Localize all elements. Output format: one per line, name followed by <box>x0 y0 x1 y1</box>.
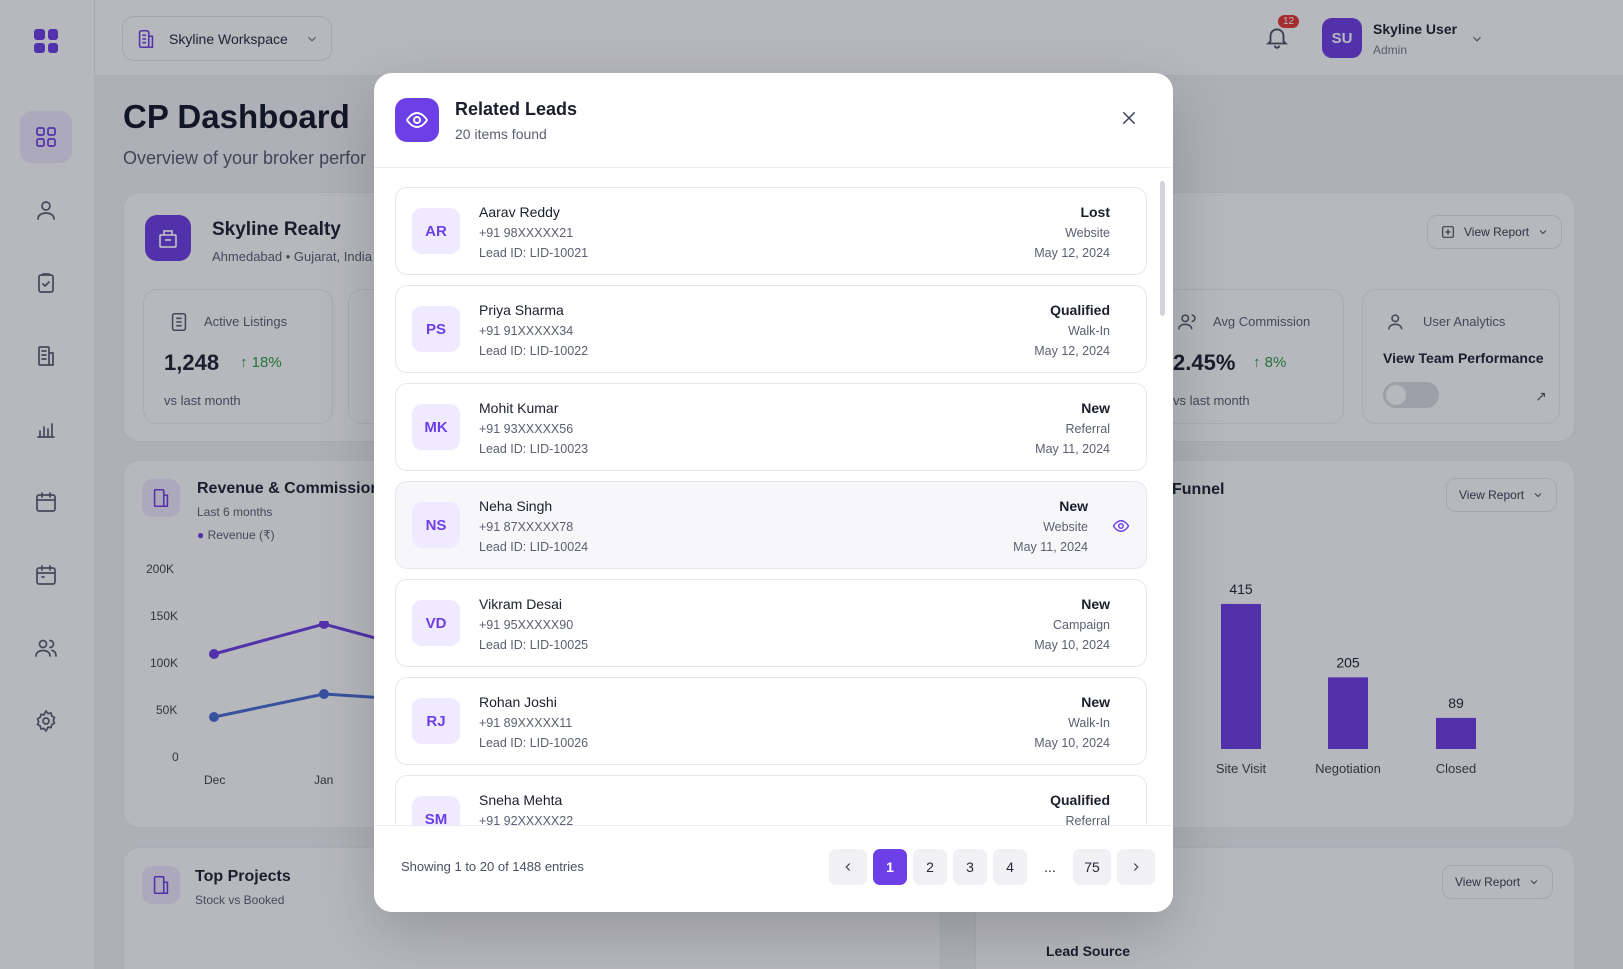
lead-avatar: PS <box>412 306 460 352</box>
modal-title: Related Leads <box>455 99 578 119</box>
lead-source: Walk-In <box>1068 324 1110 338</box>
close-button[interactable] <box>1118 107 1140 129</box>
lead-avatar: RJ <box>412 698 460 744</box>
lead-date: May 10, 2024 <box>1034 638 1110 652</box>
lead-source: Walk-In <box>1068 716 1110 730</box>
lead-phone: +91 89XXXXX11 <box>479 716 573 730</box>
lead-item[interactable]: PS Priya Sharma +91 91XXXXX34 Lead ID: L… <box>395 285 1147 373</box>
prev-page-button[interactable] <box>829 849 867 885</box>
lead-source: Website <box>1043 520 1088 534</box>
leads-list: AR Aarav Reddy +91 98XXXXX21 Lead ID: LI… <box>395 187 1147 837</box>
page-button[interactable]: 3 <box>953 849 987 885</box>
page-button[interactable]: 1 <box>873 849 907 885</box>
lead-id: Lead ID: LID-10026 <box>479 736 589 750</box>
lead-source: Campaign <box>1053 618 1110 632</box>
related-leads-modal: Related Leads 20 items found AR Aarav Re… <box>374 73 1173 912</box>
lead-avatar: NS <box>412 502 460 548</box>
lead-name: Aarav Reddy <box>479 204 560 220</box>
pagination-summary: Showing 1 to 20 of 1488 entries <box>401 859 584 874</box>
lead-name: Neha Singh <box>479 498 553 514</box>
lead-status: Qualified <box>1050 302 1110 318</box>
lead-status: New <box>1081 400 1110 416</box>
lead-id: Lead ID: LID-10022 <box>479 344 589 358</box>
lead-status: New <box>1081 596 1110 612</box>
lead-date: May 11, 2024 <box>1013 540 1088 554</box>
lead-id: Lead ID: LID-10025 <box>479 638 589 652</box>
lead-avatar: VD <box>412 600 460 646</box>
lead-date: May 12, 2024 <box>1034 344 1110 358</box>
lead-name: Rohan Joshi <box>479 694 557 710</box>
page-button[interactable]: 4 <box>993 849 1027 885</box>
close-icon <box>1123 112 1135 124</box>
lead-status: Lost <box>1080 204 1110 220</box>
view-lead-button[interactable] <box>1112 517 1130 535</box>
lead-item[interactable]: MK Mohit Kumar +91 93XXXXX56 Lead ID: LI… <box>395 383 1147 471</box>
lead-name: Vikram Desai <box>479 596 562 612</box>
page-ellipsis: ... <box>1044 859 1056 875</box>
pagination: 1 2 3 4 ... 75 <box>829 849 1155 885</box>
page-button[interactable]: 75 <box>1073 849 1111 885</box>
lead-item[interactable]: NS Neha Singh +91 87XXXXX78 Lead ID: LID… <box>395 481 1147 569</box>
lead-id: Lead ID: LID-10023 <box>479 442 589 456</box>
lead-source: Referral <box>1065 422 1110 436</box>
lead-date: May 10, 2024 <box>1034 736 1110 750</box>
eye-icon <box>395 98 439 142</box>
lead-status: Qualified <box>1050 792 1110 808</box>
next-page-button[interactable] <box>1117 849 1155 885</box>
lead-avatar: AR <box>412 208 460 254</box>
lead-phone: +91 98XXXXX21 <box>479 226 574 240</box>
eye-icon <box>1112 520 1130 532</box>
lead-phone: +91 91XXXXX34 <box>479 324 574 338</box>
page-button[interactable]: 2 <box>913 849 947 885</box>
lead-status: New <box>1059 498 1088 514</box>
chevron-right-icon <box>1133 863 1139 871</box>
lead-name: Mohit Kumar <box>479 400 559 416</box>
lead-avatar: MK <box>412 404 460 450</box>
lead-name: Sneha Mehta <box>479 792 563 808</box>
lead-phone: +91 87XXXXX78 <box>479 520 574 534</box>
modal-subtitle: 20 items found <box>455 126 547 142</box>
lead-id: Lead ID: LID-10021 <box>479 246 589 260</box>
scrollbar-thumb[interactable] <box>1160 181 1165 316</box>
modal-divider <box>374 167 1173 168</box>
chevron-left-icon <box>845 863 851 871</box>
lead-source: Website <box>1065 226 1110 240</box>
lead-phone: +91 95XXXXX90 <box>479 618 574 632</box>
lead-item[interactable]: AR Aarav Reddy +91 98XXXXX21 Lead ID: LI… <box>395 187 1147 275</box>
lead-id: Lead ID: LID-10024 <box>479 540 589 554</box>
lead-date: May 11, 2024 <box>1035 442 1110 456</box>
lead-item[interactable]: RJ Rohan Joshi +91 89XXXXX11 Lead ID: LI… <box>395 677 1147 765</box>
modal-footer: Showing 1 to 20 of 1488 entries 1 2 3 4 … <box>374 825 1173 912</box>
lead-status: New <box>1081 694 1110 710</box>
lead-name: Priya Sharma <box>479 302 564 318</box>
lead-phone: +91 93XXXXX56 <box>479 422 574 436</box>
lead-date: May 12, 2024 <box>1034 246 1110 260</box>
lead-item[interactable]: VD Vikram Desai +91 95XXXXX90 Lead ID: L… <box>395 579 1147 667</box>
